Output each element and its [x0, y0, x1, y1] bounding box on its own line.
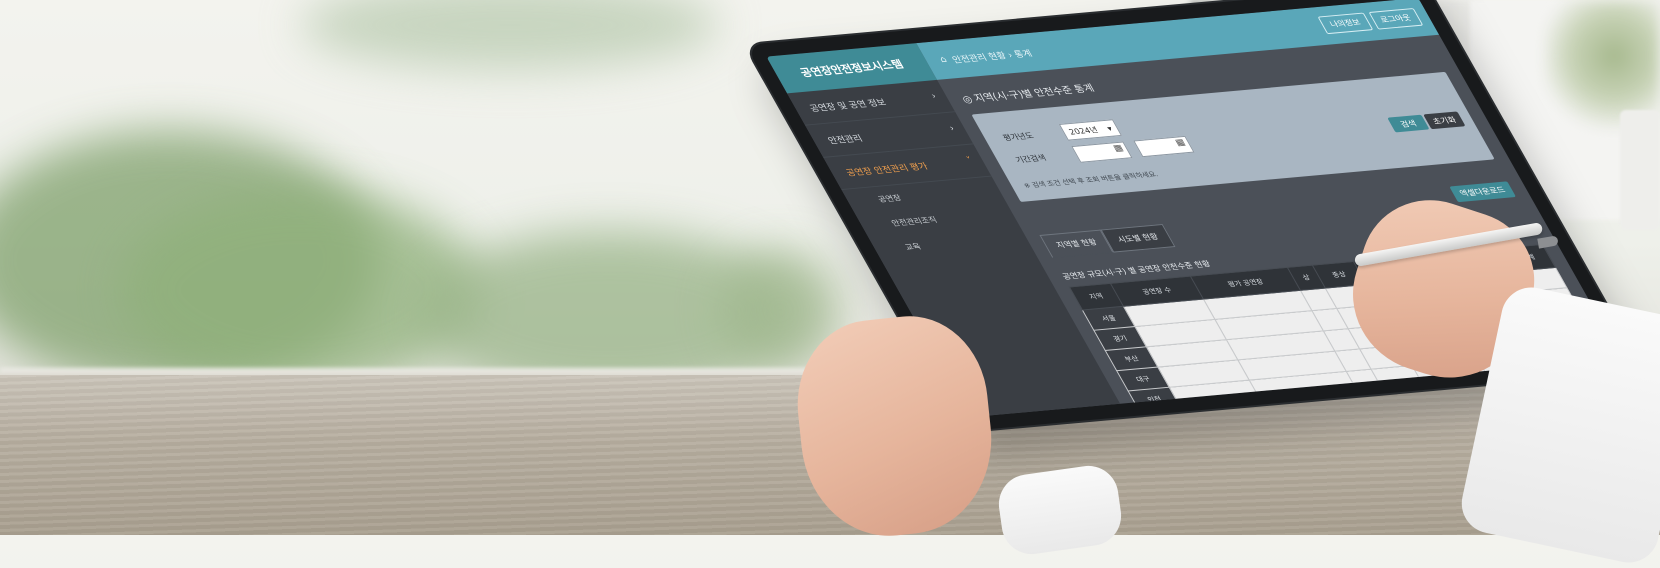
- year-select[interactable]: 2024년 ▾: [1058, 119, 1123, 141]
- end-date-input[interactable]: ▦: [1133, 135, 1195, 158]
- sidebar-item-label: 공연장 안전관리 평가: [844, 161, 930, 179]
- year-label: 평가년도: [1001, 131, 1036, 143]
- chevron-down-icon: ˅: [965, 156, 975, 166]
- excel-download-button[interactable]: 엑셀다운로드: [1449, 181, 1517, 203]
- left-sleeve: [995, 462, 1125, 558]
- chevron-right-icon: ›: [947, 124, 957, 134]
- home-icon: ⌂: [938, 55, 949, 65]
- start-date-input[interactable]: ▦: [1071, 141, 1133, 163]
- logout-button[interactable]: 로그아웃: [1368, 8, 1424, 30]
- period-label: 기간검색: [1013, 153, 1048, 165]
- tab-bar: 지역별 현황 시도별 현황: [1039, 224, 1176, 259]
- vase: [1620, 110, 1660, 230]
- breadcrumb: 안전관리 현황 › 통계: [950, 48, 1035, 66]
- sidebar-item-label: 안전관리: [826, 133, 865, 146]
- tab-province[interactable]: 시도별 현황: [1100, 224, 1176, 253]
- sidebar-item-label: 공연장 및 공연 정보: [808, 97, 889, 114]
- filter-note: ※ 검색 조건 선택 후 조회 버튼을 클릭하세요.: [1022, 170, 1160, 190]
- foliage-blur: [120, 190, 480, 390]
- calendar-icon: ▦: [1111, 143, 1126, 154]
- top-buttons: 나의정보 로그아웃: [1317, 8, 1424, 35]
- calendar-icon: ▦: [1173, 138, 1188, 149]
- year-select-value: 2024년: [1067, 125, 1100, 136]
- foliage-blur: [300, 0, 720, 70]
- my-info-button[interactable]: 나의정보: [1317, 12, 1373, 35]
- page-title-text: 지역(시·구)별 안전수준 통계: [972, 83, 1097, 105]
- caret-down-icon: ▾: [1105, 123, 1114, 133]
- chevron-right-icon: ›: [929, 91, 939, 102]
- reset-button[interactable]: 초기화: [1423, 111, 1466, 130]
- search-button[interactable]: 검색: [1387, 114, 1430, 133]
